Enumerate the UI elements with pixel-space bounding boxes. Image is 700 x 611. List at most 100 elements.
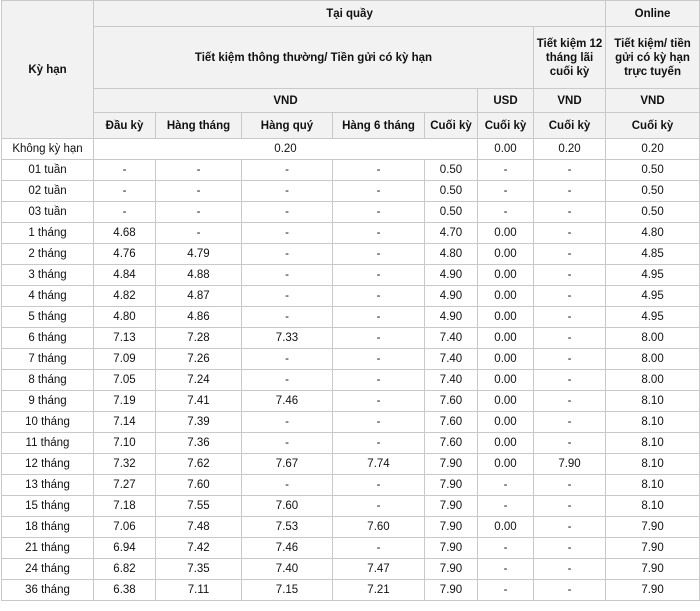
table-row: 1 tháng 4.68- - -4.70 0.00-4.80	[1, 222, 700, 244]
term-cell: 7 tháng	[1, 348, 94, 370]
table-row: 6 tháng 7.13 7.28 7.33-7.40 0.00-8.00	[1, 327, 700, 349]
rate-cell: 7.90	[424, 558, 478, 580]
term-cell: 12 tháng	[1, 453, 94, 475]
rate-cell: -	[332, 537, 425, 559]
header-online: Online	[605, 0, 700, 27]
rate-cell: -	[477, 579, 534, 601]
rate-cell: -	[241, 285, 333, 307]
rate-cell: -	[332, 159, 425, 181]
rate-cell: 4.84	[93, 264, 156, 286]
rate-cell: 7.60	[241, 495, 333, 517]
term-cell: Không kỳ hạn	[1, 138, 94, 160]
rate-cell: 0.50	[605, 159, 700, 181]
rate-cell: 7.18	[93, 495, 156, 517]
header-usd: USD	[477, 88, 534, 113]
rate-cell: 7.55	[155, 495, 242, 517]
rate-cell: -	[93, 201, 156, 223]
rate-cell: 4.90	[424, 306, 478, 328]
rate-cell: -	[241, 306, 333, 328]
rate-cell: -	[332, 348, 425, 370]
term-cell: 9 tháng	[1, 390, 94, 412]
rate-cell: -	[241, 222, 333, 244]
rate-cell: 8.00	[605, 369, 700, 391]
rate-cell: 7.40	[241, 558, 333, 580]
rate-cell: 7.90	[605, 537, 700, 559]
table-row: 7 tháng 7.09 7.26- -7.40 0.00-8.00	[1, 348, 700, 370]
rate-cell: 0.00	[477, 327, 534, 349]
rate-cell: 8.00	[605, 348, 700, 370]
term-cell: 13 tháng	[1, 474, 94, 496]
rate-cell: -	[532, 222, 607, 244]
rate-cell: 4.68	[93, 222, 156, 244]
rate-cell: 4.85	[605, 243, 700, 265]
rate-cell: 0.00	[477, 264, 534, 286]
rate-cell: -	[477, 558, 534, 580]
table-row: 02 tuần - - - -0.50- -0.50	[1, 180, 700, 202]
table-row: 13 tháng 7.27 7.60- -7.90- -8.10	[1, 474, 700, 496]
table-row: 36 tháng 6.38 7.11 7.15 7.21 7.90- -7.90	[1, 579, 700, 601]
term-cell: 10 tháng	[1, 411, 94, 433]
rate-cell: -	[532, 537, 607, 559]
rate-cell: -	[532, 306, 607, 328]
header-vnd-online: VND	[605, 88, 700, 113]
rate-cell: -	[532, 285, 607, 307]
header-ky-han: Kỳ hạn	[1, 0, 94, 139]
table-row: 01 tuần - - - -0.50- -0.50	[1, 159, 700, 181]
rate-cell: 7.60	[332, 516, 425, 538]
term-cell: 24 tháng	[1, 558, 94, 580]
rate-cell: 0.00	[477, 306, 534, 328]
rate-cell: 7.74	[332, 453, 425, 475]
rate-cell: -	[532, 264, 607, 286]
rate-cell: 4.76	[93, 243, 156, 265]
rate-cell: 0.00	[477, 369, 534, 391]
table-row: 9 tháng 7.19 7.41 7.46-7.60 0.00-8.10	[1, 390, 700, 412]
rate-cell: 4.90	[424, 285, 478, 307]
rate-cell: 4.88	[155, 264, 242, 286]
rate-cell: 7.35	[155, 558, 242, 580]
table-row: 11 tháng 7.10 7.36- -7.60 0.00-8.10	[1, 432, 700, 454]
rate-cell: 7.28	[155, 327, 242, 349]
rate-cell: 8.10	[605, 390, 700, 412]
rate-cell: 8.10	[605, 411, 700, 433]
table-row: Không kỳ hạn 0.20 0.00 0.20 0.20	[1, 138, 700, 160]
rate-cell: -	[477, 180, 534, 202]
rate-cell: 0.00	[477, 516, 534, 538]
rate-cell: -	[532, 390, 607, 412]
rate-cell: -	[532, 516, 607, 538]
rate-cell: -	[332, 243, 425, 265]
table-row: 21 tháng 6.94 7.42 7.46-7.90- -7.90	[1, 537, 700, 559]
rate-cell: -	[532, 558, 607, 580]
rate-cell: -	[332, 432, 425, 454]
rate-cell: 7.90	[532, 453, 607, 475]
rate-cell: -	[155, 159, 242, 181]
rate-cell: -	[241, 369, 333, 391]
rate-cell: 7.15	[241, 579, 333, 601]
rate-cell: 0.00	[477, 285, 534, 307]
term-cell: 36 tháng	[1, 579, 94, 601]
rate-cell: 8.10	[605, 432, 700, 454]
rate-cell: -	[532, 411, 607, 433]
rate-cell: 7.62	[155, 453, 242, 475]
rate-cell: 7.33	[241, 327, 333, 349]
table-row: 5 tháng 4.80 4.86- -4.90 0.00-4.95	[1, 306, 700, 328]
term-cell: 1 tháng	[1, 222, 94, 244]
rate-cell: 4.95	[605, 264, 700, 286]
rate-cell: -	[93, 180, 156, 202]
header-tiet-kiem-group: Tiết kiệm thông thường/ Tiền gửi có kỳ h…	[93, 26, 534, 89]
header-vnd-tk12: VND	[532, 88, 607, 113]
rate-cell: 7.46	[241, 390, 333, 412]
rate-cell: 7.06	[93, 516, 156, 538]
rate-cell: -	[332, 306, 425, 328]
rate-cell: 7.40	[424, 369, 478, 391]
term-cell: 6 tháng	[1, 327, 94, 349]
rate-cell: 4.95	[605, 306, 700, 328]
rate-cell: 0.50	[605, 201, 700, 223]
rate-cell: 0.20	[93, 138, 478, 160]
rate-cell: -	[532, 432, 607, 454]
rate-cell: 4.90	[424, 264, 478, 286]
rate-cell: 7.24	[155, 369, 242, 391]
term-cell: 18 tháng	[1, 516, 94, 538]
col-cuoi-ky-usd: Cuối kỳ	[477, 112, 534, 139]
rate-cell: 0.50	[424, 180, 478, 202]
rate-cell: 8.10	[605, 474, 700, 496]
